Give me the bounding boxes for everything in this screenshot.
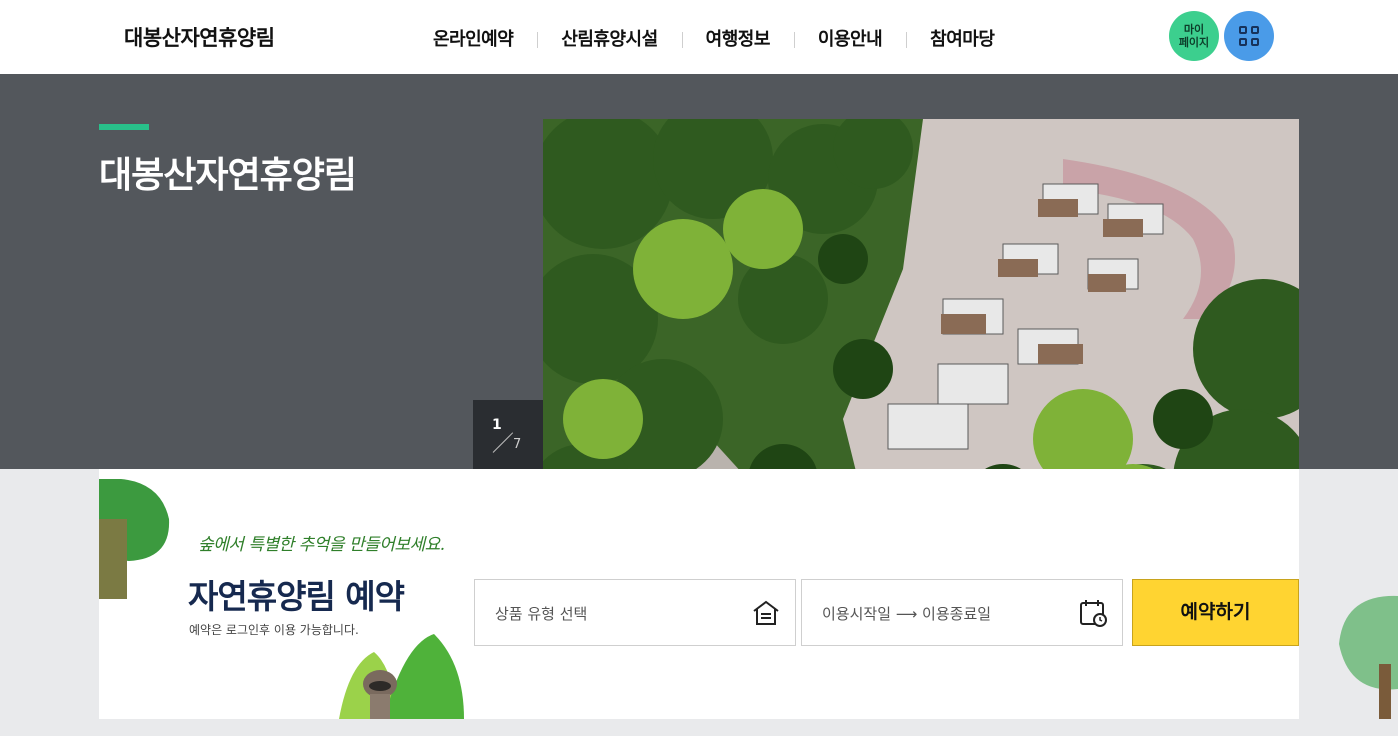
nav-item-community[interactable]: 참여마당: [906, 25, 1018, 51]
all-menu-button[interactable]: [1224, 11, 1274, 61]
booking-title: 자연휴양림 예약: [188, 577, 405, 616]
nav-item-online-reservation[interactable]: 온라인예약: [409, 25, 537, 51]
counter-divider: [492, 432, 514, 453]
site-header: 대봉산자연휴양림 온라인예약 산림휴양시설 여행정보 이용안내 참여마당 마이 …: [0, 0, 1398, 74]
mypage-label-2: 페이지: [1178, 36, 1210, 49]
nav-item-travel-info[interactable]: 여행정보: [681, 25, 794, 51]
mypage-label-1: 마이: [1183, 23, 1205, 36]
hero-title: 대봉산자연휴양림: [99, 155, 357, 196]
main-nav: 온라인예약 산림휴양시설 여행정보 이용안내 참여마당: [409, 25, 1018, 51]
right-margin: [1299, 469, 1398, 719]
booking-tagline: 숲에서 특별한 추억을 만들어보세요.: [198, 535, 445, 555]
booking-note: 예약은 로그인후 이용 가능합니다.: [189, 623, 359, 637]
reserve-button[interactable]: 예약하기: [1132, 579, 1299, 646]
product-type-label: 상품 유형 선택: [495, 605, 588, 623]
raccoon-trees-illustration: [339, 634, 464, 719]
product-type-select[interactable]: 상품 유형 선택: [474, 579, 796, 646]
nav-item-guide[interactable]: 이용안내: [793, 25, 906, 51]
slide-counter: 1 7: [473, 400, 543, 470]
nav-item-facilities[interactable]: 산림휴양시설: [537, 25, 681, 51]
slide-current: 1: [492, 417, 502, 433]
accent-bar: [99, 124, 149, 130]
tree-illustration-left: [99, 479, 170, 599]
site-logo[interactable]: 대봉산자연휴양림: [124, 22, 275, 52]
tree-illustration-right: [1339, 595, 1398, 719]
date-range-label: 이용시작일 ⟶ 이용종료일: [822, 605, 992, 623]
date-range-field[interactable]: 이용시작일 ⟶ 이용종료일: [801, 579, 1123, 646]
mypage-button[interactable]: 마이 페이지: [1169, 11, 1219, 61]
calendar-icon: [1080, 600, 1107, 627]
slide-total: 7: [513, 437, 522, 452]
house-select-icon: [753, 600, 779, 625]
